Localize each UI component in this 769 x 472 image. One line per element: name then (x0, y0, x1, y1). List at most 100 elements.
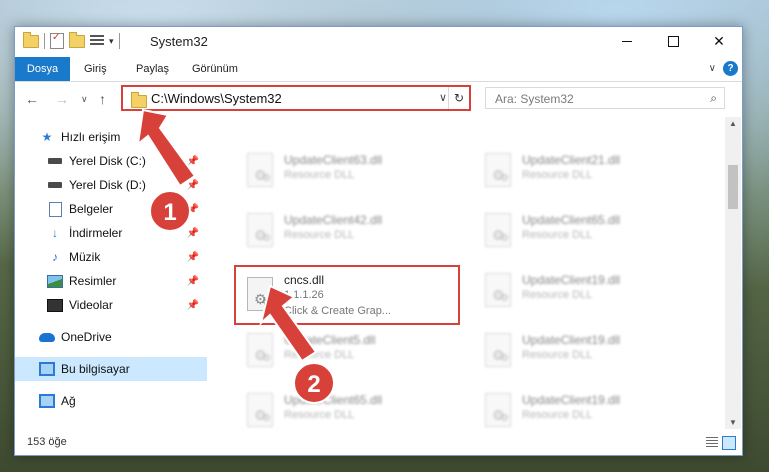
network-icon (39, 394, 55, 408)
chevron-down-icon[interactable]: ▾ (109, 36, 114, 47)
recent-locations-button[interactable]: ∨ (81, 94, 88, 105)
dll-file-icon: ⚙ ⚙ (482, 273, 514, 311)
highlight-box-file (234, 265, 460, 325)
sidebar-item-label: Hızlı erişim (61, 130, 121, 144)
search-box[interactable]: Ara: System32 ⌕ (485, 87, 725, 109)
pin-icon[interactable]: 📌 (187, 252, 199, 263)
help-button[interactable]: ? (723, 61, 738, 76)
navigation-pane: ★ Hızlı erişim Yerel Disk (C:) 📌 Yerel D… (15, 117, 211, 429)
quick-access-toolbar: ▾ (23, 31, 120, 49)
list-item[interactable]: ⚙ ⚙ UpdateClient42.dll Resource DLL (238, 211, 458, 253)
cloud-icon (39, 332, 55, 342)
drive-icon (48, 158, 62, 164)
address-path: C:\Windows\System32 (151, 91, 282, 106)
customize-icon[interactable] (90, 35, 104, 47)
sidebar-item-label: Videolar (69, 298, 113, 312)
dll-file-icon: ⚙ ⚙ (482, 213, 514, 251)
list-item[interactable]: ⚙ ⚙ UpdateClient21.dll Resource DLL (476, 151, 696, 193)
list-item[interactable]: ⚙ ⚙ UpdateClient19.dll Resource DLL (476, 331, 696, 373)
file-name: UpdateClient5.dll (284, 333, 376, 347)
sidebar-item-label: Resimler (69, 274, 117, 288)
sidebar-item-label: Yerel Disk (D:) (69, 178, 146, 192)
dll-file-icon: ⚙ ⚙ (482, 333, 514, 371)
details-view-icon[interactable] (706, 437, 718, 448)
item-count: 153 öğe (27, 436, 67, 448)
step-badge-1: 1 (149, 190, 191, 232)
search-input[interactable]: Ara: System32 (495, 92, 574, 106)
music-icon: ♪ (52, 250, 58, 264)
pin-icon[interactable]: 📌 (187, 228, 199, 239)
tab-view[interactable]: Görünüm (192, 57, 238, 81)
sidebar-item-pictures[interactable]: Resimler 📌 (47, 269, 207, 293)
file-type: Resource DLL (522, 229, 593, 241)
divider (118, 33, 120, 49)
up-button[interactable]: ↑ (99, 91, 106, 107)
dll-file-icon: ⚙ ⚙ (244, 153, 276, 191)
sidebar-item-music[interactable]: ♪ Müzik 📌 (47, 245, 207, 269)
list-item[interactable]: ⚙ ⚙ UpdateClient19.dll Resource DLL (476, 271, 696, 313)
star-icon: ★ (41, 130, 53, 144)
tab-share[interactable]: Paylaş (136, 57, 169, 81)
maximize-icon (667, 35, 679, 47)
file-type: Resource DLL (284, 169, 355, 181)
sidebar-item-onedrive[interactable]: OneDrive (39, 325, 207, 349)
pin-icon[interactable]: 📌 (187, 180, 199, 191)
sidebar-item-label: Bu bilgisayar (61, 362, 130, 376)
title-bar: ▾ System32 ✕ (15, 27, 742, 57)
dll-file-icon: ⚙ ⚙ (482, 153, 514, 191)
tab-file[interactable]: Dosya (15, 57, 70, 81)
large-icons-view-icon[interactable] (722, 436, 736, 450)
minimize-button[interactable] (604, 27, 650, 55)
sidebar-item-label: İndirmeler (69, 226, 123, 240)
list-item[interactable]: ⚙ ⚙ UpdateClient63.dll Resource DLL (238, 151, 458, 193)
file-name: UpdateClient19.dll (522, 393, 621, 407)
forward-button[interactable]: → (55, 91, 69, 107)
sidebar-item-label: Ağ (61, 394, 76, 408)
new-folder-icon[interactable] (69, 31, 85, 48)
video-icon (47, 298, 63, 312)
sidebar-item-local-disk-c[interactable]: Yerel Disk (C:) 📌 (47, 149, 207, 173)
scroll-down-icon[interactable]: ▼ (729, 418, 737, 427)
pictures-icon (47, 274, 63, 288)
list-item[interactable]: ⚙ ⚙ UpdateClient19.dll Resource DLL (476, 391, 696, 429)
sidebar-item-label: Yerel Disk (C:) (69, 154, 146, 168)
document-icon (48, 201, 62, 217)
pin-icon[interactable]: 📌 (187, 156, 199, 167)
sidebar-item-quick-access[interactable]: ★ Hızlı erişim (39, 125, 207, 149)
pin-icon[interactable]: 📌 (187, 276, 199, 287)
expand-ribbon-button[interactable]: ∨ (709, 63, 716, 74)
sidebar-item-local-disk-d[interactable]: Yerel Disk (D:) 📌 (47, 173, 207, 197)
sidebar-item-this-pc[interactable]: Bu bilgisayar (15, 357, 207, 381)
back-button[interactable]: ← (25, 91, 39, 107)
search-icon[interactable]: ⌕ (710, 91, 717, 106)
close-button[interactable]: ✕ (696, 27, 742, 55)
download-icon: ↓ (52, 226, 58, 240)
scroll-up-icon[interactable]: ▲ (729, 119, 737, 128)
list-item[interactable]: ⚙ ⚙ UpdateClient65.dll Resource DLL (476, 211, 696, 253)
file-explorer-window: ▾ System32 ✕ Dosya Giriş Paylaş Görünüm … (14, 26, 743, 456)
dll-file-icon: ⚙ ⚙ (482, 393, 514, 429)
list-item[interactable]: ⚙ ⚙ UpdateClient5.dll Resource DLL (238, 331, 458, 373)
maximize-button[interactable] (650, 27, 696, 55)
dll-file-icon: ⚙ ⚙ (244, 393, 276, 429)
address-bar[interactable]: C:\Windows\System32 ∨ ↻ (121, 85, 471, 111)
sidebar-item-videos[interactable]: Videolar 📌 (47, 293, 207, 317)
folder-icon (23, 31, 39, 48)
ribbon-tabs: Dosya Giriş Paylaş Görünüm ∨ ? (15, 57, 742, 82)
window-title: System32 (150, 34, 208, 49)
tab-home[interactable]: Giriş (84, 57, 107, 81)
file-name: UpdateClient63.dll (284, 153, 383, 167)
properties-icon[interactable] (50, 32, 64, 49)
address-dropdown-button[interactable]: ∨ (439, 91, 447, 104)
vertical-scrollbar[interactable]: ▲ ▼ (725, 117, 741, 429)
list-item[interactable]: ⚙ ⚙ UpdateClient65.dll Resource DLL (238, 391, 458, 429)
file-type: Resource DLL (522, 349, 593, 361)
scrollbar-thumb[interactable] (728, 165, 738, 209)
minimize-icon (622, 40, 632, 42)
refresh-button[interactable]: ↻ (448, 87, 469, 109)
sidebar-item-network[interactable]: Ağ (39, 389, 207, 413)
pin-icon[interactable]: 📌 (187, 300, 199, 311)
file-name: UpdateClient42.dll (284, 213, 383, 227)
file-name: UpdateClient19.dll (522, 273, 621, 287)
sidebar-item-label: OneDrive (61, 330, 112, 344)
